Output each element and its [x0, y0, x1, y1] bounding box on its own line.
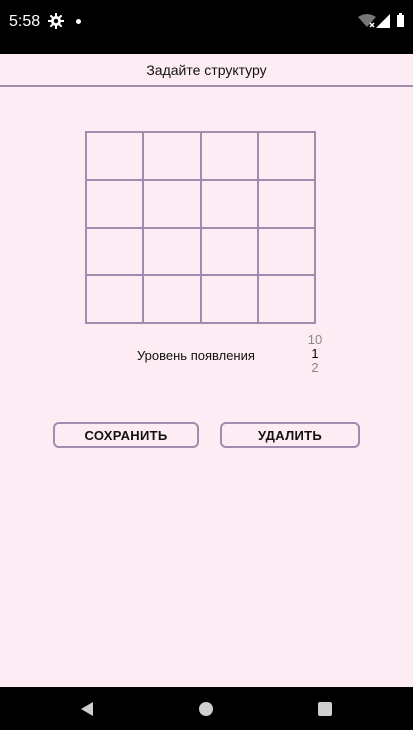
- status-bar: 5:58: [0, 0, 413, 54]
- grid-cell[interactable]: [201, 133, 259, 181]
- structure-grid: [85, 131, 316, 324]
- page-title: Задайте структуру: [146, 62, 267, 78]
- grid-cell[interactable]: [144, 228, 202, 277]
- grid-cell[interactable]: [144, 133, 202, 181]
- grid-cell[interactable]: [201, 276, 259, 324]
- delete-button[interactable]: УДАЛИТЬ: [220, 422, 360, 448]
- gear-icon: [48, 13, 64, 29]
- level-option-prev[interactable]: 10: [296, 333, 334, 347]
- grid-cell[interactable]: [87, 276, 145, 324]
- back-icon[interactable]: [79, 701, 95, 717]
- battery-icon: [397, 13, 404, 27]
- grid-cell[interactable]: [258, 180, 316, 229]
- status-time: 5:58: [9, 13, 41, 30]
- grid-cell[interactable]: [87, 180, 145, 229]
- toolbar: Задайте структуру: [0, 54, 413, 87]
- grid-cell[interactable]: [144, 180, 202, 229]
- save-button[interactable]: СОХРАНИТЬ: [53, 422, 199, 448]
- grid-cell[interactable]: [258, 276, 316, 324]
- grid-cell[interactable]: [201, 180, 259, 229]
- grid-cell[interactable]: [258, 133, 316, 181]
- level-picker[interactable]: 10 1 2: [296, 333, 334, 375]
- grid-cell[interactable]: [144, 276, 202, 324]
- app-screen: Задайте структуру Уровень появления 10 1…: [0, 54, 413, 687]
- wifi-icon: [358, 14, 376, 28]
- recents-icon[interactable]: [318, 702, 332, 716]
- grid-cell[interactable]: [201, 228, 259, 277]
- grid-cell[interactable]: [258, 228, 316, 277]
- level-label: Уровень появления: [137, 348, 255, 363]
- grid-cell[interactable]: [87, 133, 145, 181]
- signal-icon: [376, 14, 390, 28]
- home-icon[interactable]: [199, 702, 213, 716]
- level-option-selected[interactable]: 1: [296, 347, 334, 361]
- grid-cell[interactable]: [87, 228, 145, 277]
- level-option-next[interactable]: 2: [296, 361, 334, 375]
- navigation-bar: [0, 687, 413, 730]
- dot-icon: [76, 19, 81, 24]
